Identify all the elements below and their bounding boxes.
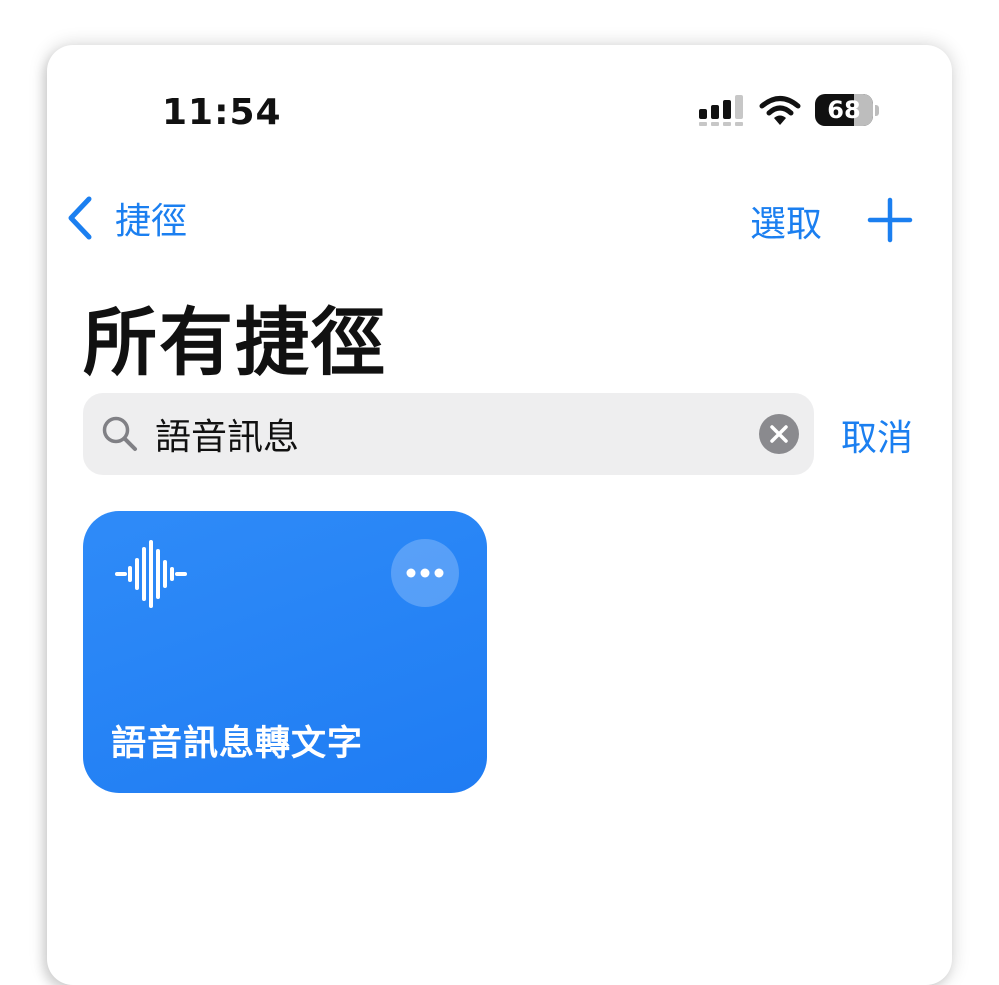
cancel-button[interactable]: 取消 [841,409,913,461]
shortcut-card[interactable]: 語音訊息轉文字 [83,511,487,793]
shortcut-title: 語音訊息轉文字 [111,724,364,764]
clear-search-button[interactable] [759,414,799,454]
search-bar [83,393,814,475]
search-input[interactable] [155,403,735,465]
plus-icon[interactable] [867,197,913,243]
waveform-icon [115,540,187,608]
clear-x-icon [770,425,788,443]
select-button[interactable]: 選取 [750,195,822,247]
back-button-label: 捷徑 [115,201,188,242]
page-title: 所有捷徑 [83,300,387,386]
cellular-signal-icon [699,95,743,126]
phone-screen: 11:54 68 捷徑 選取 所有捷徑 語音訊息 取消 語音訊息轉文字 [47,45,952,985]
status-time: 11:54 [162,92,282,133]
magnifier-icon [102,416,137,451]
battery-level-text: 68 [827,96,861,124]
more-options-button[interactable] [391,539,459,607]
chevron-left-icon [68,196,92,240]
wifi-icon [759,96,801,125]
battery-icon: 68 [815,94,881,128]
ellipsis-icon [406,568,444,578]
back-button[interactable]: 捷徑 [65,193,187,243]
